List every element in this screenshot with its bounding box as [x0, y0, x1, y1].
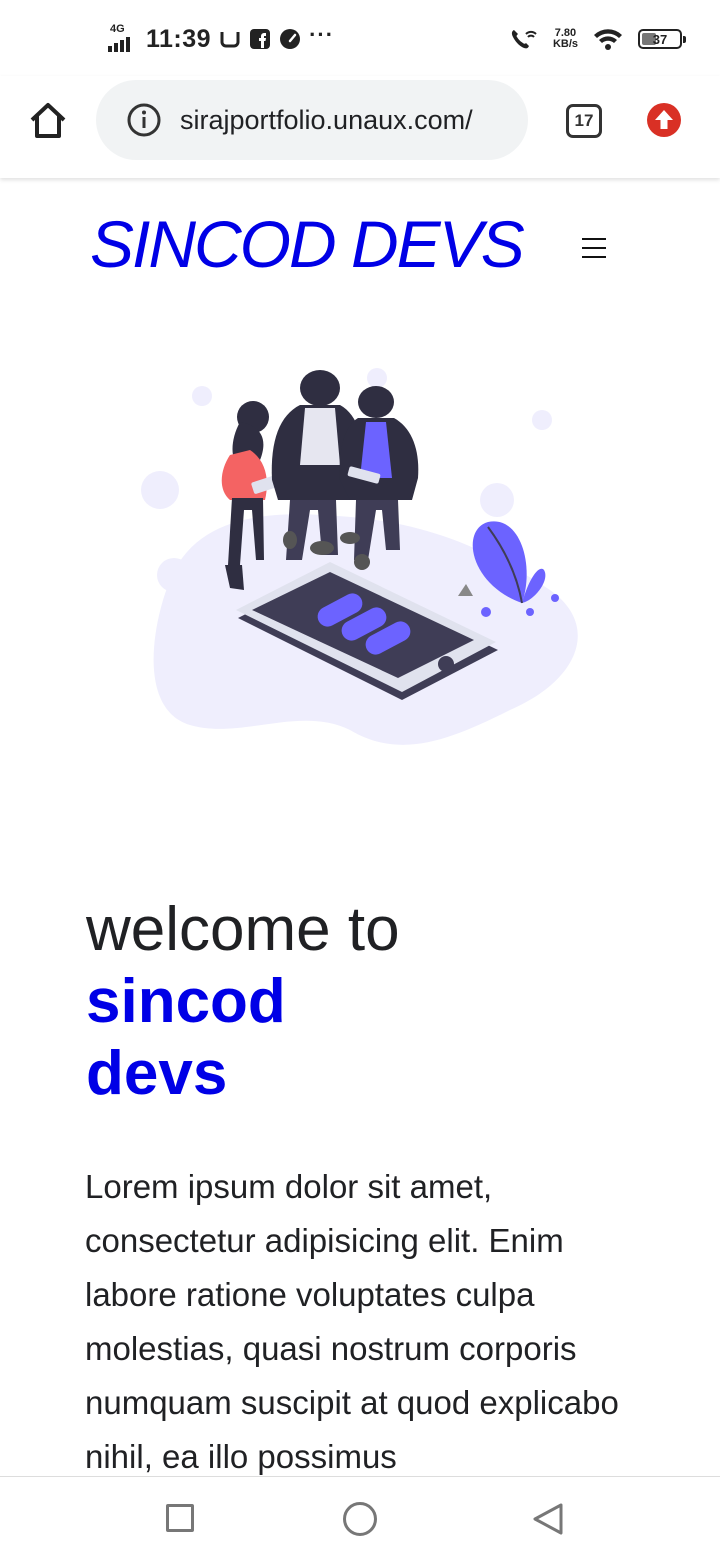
welcome-heading: welcome to sincod devs — [86, 894, 646, 1110]
square-icon[interactable] — [166, 1504, 194, 1532]
address-bar[interactable]: sirajportfolio.unaux.com/ — [96, 80, 528, 160]
tab-count: 17 — [574, 111, 594, 130]
more-notifications-icon: ··· — [309, 22, 335, 47]
wifi-call-icon — [511, 30, 537, 49]
headline-line-2: sincod — [86, 967, 286, 1036]
headline-line-3: devs — [86, 1039, 228, 1108]
status-left: 4G 11:39 ··· — [108, 22, 334, 56]
info-icon[interactable] — [126, 102, 162, 138]
circle-icon[interactable] — [343, 1502, 377, 1536]
status-bar: 4G 11:39 ··· 7.80 KB/s 37 — [0, 0, 720, 76]
speedometer-icon — [280, 29, 301, 49]
url-text[interactable]: sirajportfolio.unaux.com/ — [180, 105, 506, 136]
notification-app-icon — [220, 32, 240, 48]
network-type: 4G — [110, 23, 125, 35]
headline-line-1: welcome to — [86, 895, 400, 964]
tab-switcher-icon[interactable]: 17 — [566, 104, 602, 138]
hamburger-menu-icon[interactable] — [582, 238, 606, 258]
hero-illustration — [141, 368, 578, 745]
browser-toolbar: sirajportfolio.unaux.com/ 17 — [0, 76, 720, 178]
intro-paragraph: Lorem ipsum dolor sit amet, consectetur … — [85, 1168, 619, 1475]
update-arrow-icon[interactable] — [646, 102, 682, 138]
home-icon[interactable] — [26, 98, 70, 142]
speed-unit: KB/s — [552, 38, 578, 50]
facebook-icon — [250, 29, 271, 49]
clock: 11:39 — [146, 24, 212, 53]
triangle-back-icon[interactable] — [530, 1501, 566, 1537]
cellular-signal-icon: 4G — [108, 24, 138, 54]
battery-level: 37 — [652, 31, 668, 47]
status-right: 7.80 KB/s 37 — [509, 22, 686, 56]
network-speed: 7.80 KB/s — [553, 28, 578, 50]
site-logo[interactable]: SINCOD DEVS — [90, 206, 525, 282]
system-navigation-bar — [0, 1476, 720, 1561]
wifi-icon — [594, 29, 622, 50]
battery-icon: 37 — [638, 29, 686, 49]
